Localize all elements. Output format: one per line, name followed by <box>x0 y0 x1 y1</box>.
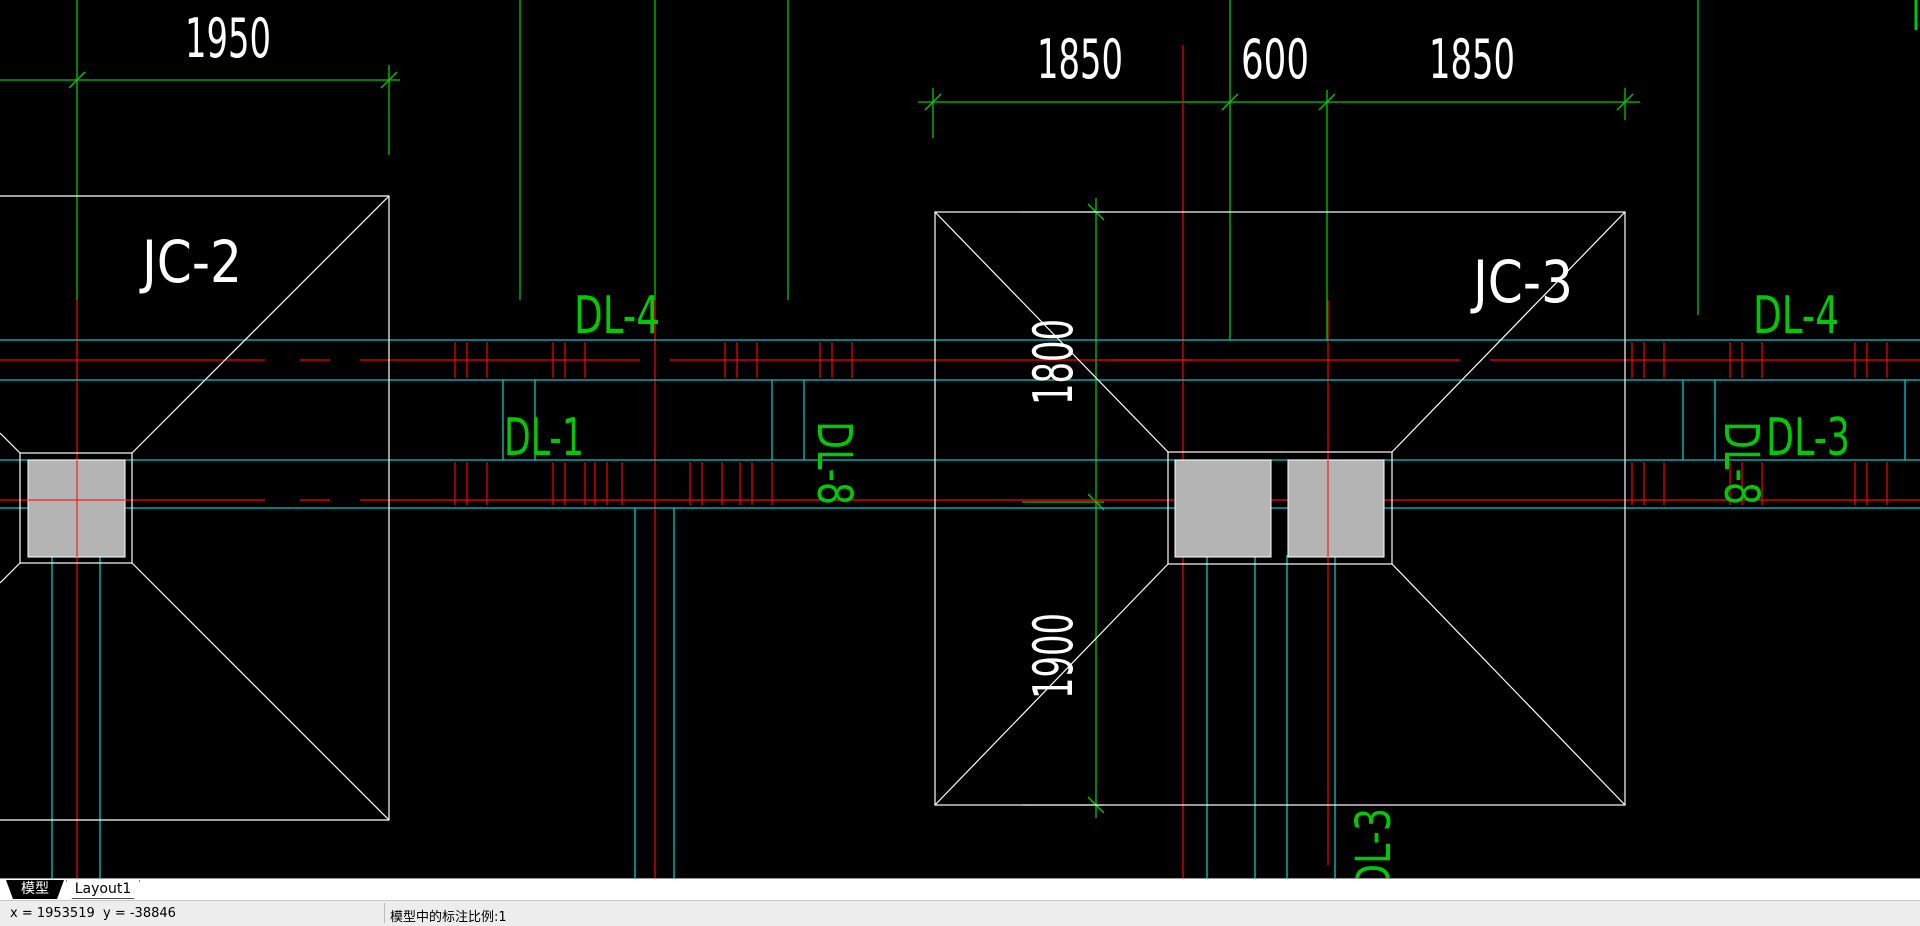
label-dl3-right: DL-3 <box>1766 408 1850 468</box>
drawing-svg[interactable]: 1950 1850 600 1850 1800 1900 JC-2 JC-3 D… <box>0 0 1920 878</box>
axis-lines <box>0 45 1920 878</box>
dimension-texts: 1950 1850 600 1850 1800 1900 <box>185 7 1515 699</box>
label-dl1: DL-1 <box>504 408 584 468</box>
dim-1950: 1950 <box>185 7 271 70</box>
element-labels: JC-2 JC-3 DL-4 DL-4 DL-1 DL-3 DL-8 DL-8 … <box>139 228 1850 878</box>
drawing-canvas[interactable]: 1950 1850 600 1850 1800 1900 JC-2 JC-3 D… <box>0 0 1920 878</box>
label-jc3: JC-3 <box>1470 248 1573 316</box>
column-jc3-right <box>1287 459 1385 558</box>
coordinate-readout: x = 1953519 y = -38846 <box>10 906 176 921</box>
label-dl4-right: DL-4 <box>1753 286 1839 346</box>
dim-1850-b: 1850 <box>1429 28 1515 91</box>
tab-layout1[interactable]: Layout1 <box>66 880 140 899</box>
tab-model[interactable]: 模型 <box>6 880 64 899</box>
label-jc2: JC-2 <box>139 228 242 296</box>
label-dl8-right: DL-8 <box>1713 421 1769 505</box>
label-dl3-bottom: DL-3 <box>1346 808 1402 878</box>
label-dl4-left: DL-4 <box>574 286 660 346</box>
beam-lines <box>0 339 1920 878</box>
label-dl8-mid: DL-8 <box>806 421 862 505</box>
annotation-scale-status[interactable]: 模型中的标注比例:1 <box>390 906 507 925</box>
dim-1800: 1800 <box>1022 319 1085 405</box>
dim-600: 600 <box>1241 28 1309 91</box>
dim-1850-a: 1850 <box>1037 28 1123 91</box>
dim-1900: 1900 <box>1022 613 1085 699</box>
cad-application: 1950 1850 600 1850 1800 1900 JC-2 JC-3 D… <box>0 0 1920 926</box>
dimension-lines <box>0 0 1918 818</box>
column-jc3-left <box>1174 459 1272 558</box>
status-bar: x = 1953519 y = -38846 模型中的标注比例:1 <box>0 900 1920 926</box>
layout-tabs: 模型 Layout1 <box>0 878 1920 900</box>
status-divider <box>384 903 385 923</box>
